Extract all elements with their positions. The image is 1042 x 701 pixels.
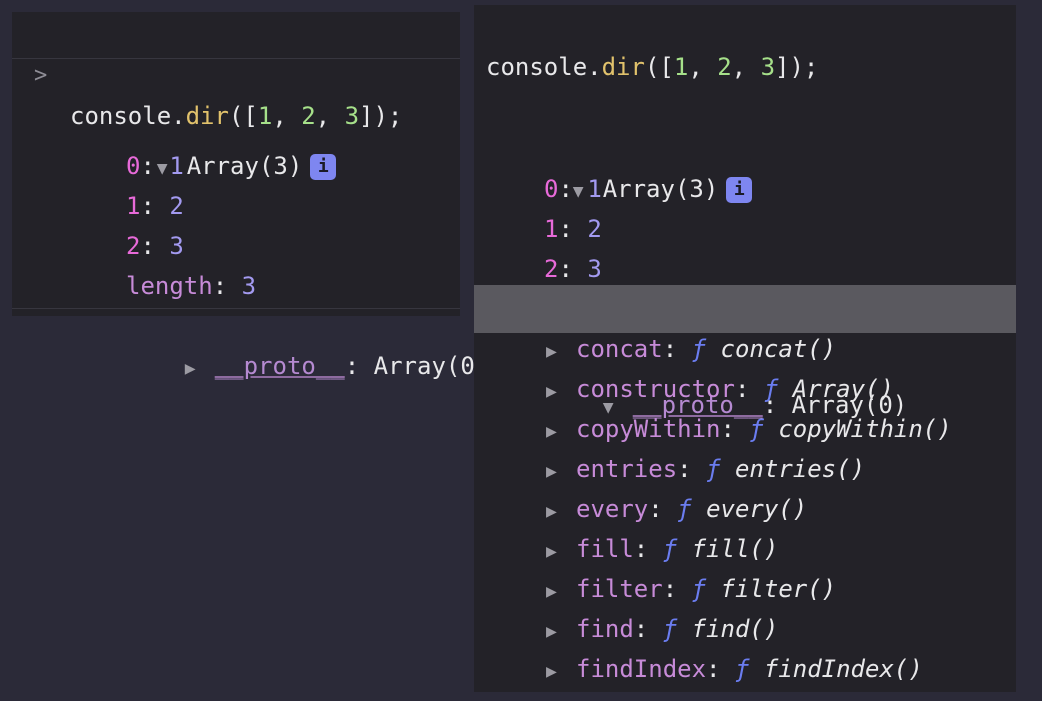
function-icon: ƒ (677, 495, 692, 523)
proto-value: Array(0) (373, 352, 490, 380)
function-signature: fill() (691, 535, 779, 563)
method-key: fill (576, 535, 634, 563)
proto-key: __proto__ (214, 352, 345, 380)
collapse-triangle-icon[interactable]: ▶ (546, 452, 576, 492)
command-line: console.dir([1, 2, 3]); (474, 7, 1016, 81)
proto-method-row[interactable]: ▶ constructor: ƒ Array() (474, 369, 1016, 409)
command-line: > console.dir([1, 2, 3]); (12, 16, 460, 130)
property-row: 1: 2 (126, 192, 184, 220)
function-signature: every() (706, 495, 808, 523)
function-signature: concat() (720, 335, 837, 363)
method-key: findIndex (576, 655, 707, 683)
property-row: 2: 3 (544, 255, 602, 283)
length-row: length: 3 (474, 249, 1016, 323)
function-signature: entries() (734, 455, 866, 483)
proto-method-row[interactable]: ▶ copyWithin: ƒ copyWithin() (474, 409, 1016, 449)
left-console-panel: > console.dir([1, 2, 3]); ▼ Array(3) i 0: … (12, 12, 490, 380)
proto-row[interactable]: ▶ __proto__: Array(0) (12, 266, 490, 380)
proto-method-row[interactable]: ▶ fill: ƒ fill() (474, 529, 1016, 569)
method-key: find (576, 615, 634, 643)
function-icon: ƒ (691, 575, 707, 603)
command-text: console.dir([1, 2, 3]); (486, 53, 819, 81)
divider (12, 308, 460, 309)
collapse-triangle-icon[interactable]: ▶ (546, 332, 576, 372)
tree-root-row[interactable]: ▼ Array(3) i (474, 89, 1016, 203)
collapse-triangle-icon[interactable]: ▶ (546, 532, 576, 572)
proto-method-row[interactable]: ▶ entries: ƒ entries() (474, 449, 1016, 489)
function-signature: copyWithin() (778, 415, 952, 443)
function-icon: ƒ (691, 335, 707, 363)
method-key: constructor (576, 375, 735, 403)
collapse-triangle-icon[interactable]: ▶ (546, 652, 576, 692)
divider (12, 58, 460, 59)
function-icon: ƒ (734, 655, 750, 683)
proto-row-highlighted[interactable]: ▼ __proto__: Array(0) (474, 285, 1016, 419)
proto-method-row[interactable]: ▶ every: ƒ every() (474, 489, 1016, 529)
method-key: entries (576, 455, 678, 483)
function-signature: filter() (720, 575, 837, 603)
method-key: filter (576, 575, 663, 603)
right-console-panel: console.dir([1, 2, 3]); ▼ Array(3) i 0: 1 … (474, 5, 1016, 692)
function-icon: ƒ (763, 375, 779, 403)
collapse-triangle-icon[interactable]: ▶ (546, 612, 576, 652)
property-row: 0: 1 (544, 175, 602, 203)
collapse-triangle-icon[interactable]: ▶ (546, 492, 576, 532)
method-key: concat (576, 335, 663, 363)
collapse-triangle-icon[interactable]: ▶ (546, 412, 576, 452)
property-row: 0: 1 (126, 152, 184, 180)
proto-method-row[interactable]: ▶ find: ƒ find() (474, 609, 1016, 649)
property-row: 1: 2 (544, 215, 602, 243)
tree-root-row[interactable]: ▼ Array(3) i (12, 66, 460, 180)
method-key: every (576, 495, 649, 523)
function-icon: ƒ (749, 415, 764, 443)
proto-method-row[interactable]: ▶ findIndex: ƒ findIndex() (474, 649, 1016, 689)
length-row: length: 3 (126, 272, 257, 300)
proto-method-row[interactable]: ▶ filter: ƒ filter() (474, 569, 1016, 609)
function-icon: ƒ (662, 535, 678, 563)
function-signature: findIndex() (763, 655, 923, 683)
proto-method-row[interactable]: ▶ concat: ƒ concat() (474, 329, 1016, 369)
function-icon: ƒ (706, 455, 721, 483)
function-icon: ƒ (662, 615, 678, 643)
function-signature: Array() (792, 375, 894, 403)
collapse-triangle-icon[interactable]: ▶ (185, 349, 215, 389)
collapse-triangle-icon[interactable]: ▶ (546, 572, 576, 612)
collapse-triangle-icon[interactable]: ▶ (546, 372, 576, 412)
property-row: 2: 3 (126, 232, 184, 260)
method-key: copyWithin (576, 415, 721, 443)
function-signature: find() (691, 615, 779, 643)
